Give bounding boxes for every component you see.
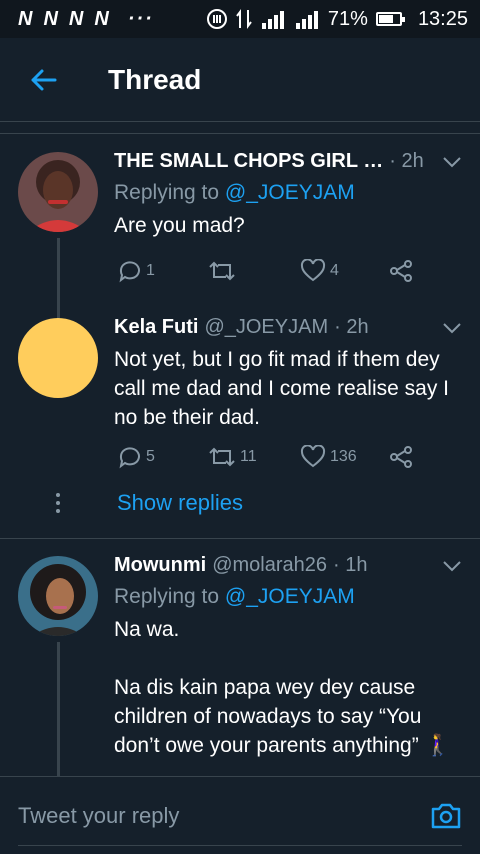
- data-transfer-icon: [236, 9, 252, 29]
- timestamp: · 1h: [333, 554, 368, 576]
- heart-icon: [300, 259, 326, 282]
- share-button[interactable]: [388, 445, 414, 469]
- share-button[interactable]: [388, 259, 414, 283]
- tweet[interactable]: Kela Futi @_JOEYJAM · 2h Not yet, but I …: [0, 300, 480, 536]
- carrier-icon: N: [94, 7, 110, 30]
- tweet[interactable]: Mowunmi @molarah26 · 1h Replying to @_JO…: [0, 538, 480, 776]
- notification-icons: N N N N ···: [18, 8, 154, 31]
- back-button[interactable]: [0, 38, 86, 122]
- reply-button[interactable]: 1: [118, 259, 208, 283]
- tweet-text: Na wa. Na dis kain papa wey dey cause ch…: [114, 618, 451, 757]
- status-bar: N N N N ··· 71% 13:25: [0, 0, 480, 38]
- chevron-down-icon[interactable]: [442, 560, 462, 572]
- reply-composer: [0, 776, 480, 854]
- handle[interactable]: @_JOEYJAM: [204, 316, 328, 339]
- tweet-actions: 5 11 136: [114, 442, 424, 472]
- avatar[interactable]: [18, 318, 98, 398]
- mention-link[interactable]: @_JOEYJAM: [225, 181, 355, 204]
- battery-icon: [375, 12, 405, 26]
- carrier-icon: N: [18, 7, 34, 30]
- handle[interactable]: @molarah26: [212, 554, 327, 577]
- replying-to: Replying to @_JOEYJAM: [114, 181, 355, 204]
- display-name[interactable]: Kela Futi: [114, 316, 198, 339]
- chevron-down-icon[interactable]: [442, 156, 462, 168]
- retweet-icon: [209, 447, 235, 467]
- thread-line: [57, 300, 60, 318]
- more-notifications-icon: ···: [127, 7, 154, 30]
- reply-icon: [119, 261, 140, 283]
- retweet-icon: [209, 261, 235, 281]
- camera-icon[interactable]: [430, 802, 462, 830]
- tweet[interactable]: THE SMALL CHOPS GIRL … · 2h Replying to …: [0, 134, 480, 320]
- mention-link[interactable]: @_JOEYJAM: [225, 585, 355, 608]
- avatar[interactable]: [18, 152, 98, 232]
- tweet-text: Not yet, but I go fit mad if them dey ca…: [114, 348, 455, 429]
- signal-icon: [261, 11, 284, 29]
- battery-percent: 71%: [327, 7, 368, 30]
- tweet-header: THE SMALL CHOPS GIRL … · 2h: [114, 150, 462, 173]
- top-bar: Thread: [0, 38, 480, 122]
- share-icon: [390, 260, 412, 282]
- back-arrow-icon: [31, 69, 57, 90]
- tweet-actions: 1 4: [114, 256, 424, 286]
- timestamp: · 2h: [334, 316, 369, 338]
- display-name[interactable]: THE SMALL CHOPS GIRL …: [114, 150, 383, 173]
- share-icon: [390, 446, 412, 468]
- signal-icon: [295, 11, 318, 29]
- clock: 13:25: [417, 7, 468, 30]
- data-saver-icon: [206, 9, 227, 29]
- thread-line: [57, 642, 60, 776]
- reply-count: 1: [146, 262, 155, 279]
- replying-to: Replying to @_JOEYJAM: [114, 585, 355, 608]
- carrier-icon: N: [43, 7, 59, 30]
- like-button[interactable]: 136: [300, 445, 388, 469]
- page-title: Thread: [108, 63, 202, 95]
- avatar[interactable]: [18, 556, 98, 636]
- reply-input[interactable]: [18, 802, 430, 829]
- like-count: 4: [330, 262, 339, 279]
- retweet-button[interactable]: 11: [208, 445, 300, 469]
- input-underline: [18, 845, 462, 846]
- heart-icon: [300, 445, 326, 468]
- more-replies-dots-icon: [56, 493, 61, 513]
- timestamp: · 2h: [389, 150, 424, 172]
- show-replies-link[interactable]: Show replies: [117, 490, 243, 516]
- tweet-header: Kela Futi @_JOEYJAM · 2h: [114, 316, 462, 339]
- like-count: 136: [330, 448, 357, 465]
- tweet-text: Are you mad?: [114, 214, 245, 237]
- retweet-count: 11: [240, 448, 257, 465]
- reply-count: 5: [146, 448, 155, 465]
- tweet-header: Mowunmi @molarah26 · 1h: [114, 554, 462, 577]
- like-button[interactable]: 4: [300, 259, 388, 283]
- reply-button[interactable]: 5: [118, 445, 208, 469]
- carrier-icon: N: [68, 7, 85, 30]
- chevron-down-icon[interactable]: [442, 322, 462, 334]
- display-name[interactable]: Mowunmi: [114, 554, 206, 577]
- retweet-button[interactable]: [208, 259, 300, 283]
- reply-icon: [119, 447, 140, 469]
